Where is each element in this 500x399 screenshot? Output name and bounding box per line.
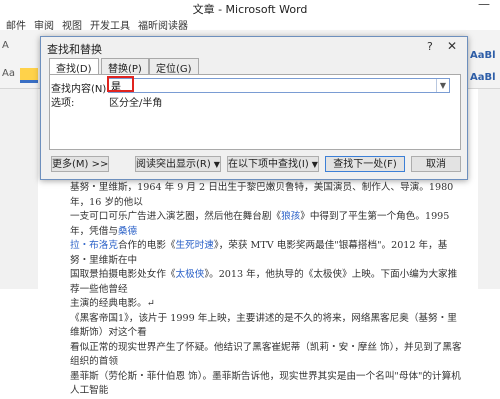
doc-line: 拉・布洛克合作的电影《生死时速》，荣获 MTV 电影奖两最佳"银幕搭档"。201… [70,240,448,266]
doc-line: 看似正常的现实世界产生了怀疑。他结识了黑客崔妮蒂（凯莉・安・摩丝 饰），并见到了… [70,341,462,368]
dialog-title: 查找和替换 [47,43,102,56]
reading-highlight-label: 阅读突出显示(R) [136,159,211,170]
find-what-label: 查找内容(N): [51,84,110,95]
find-replace-dialog: 查找和替换 ? ✕ 查找(D) 替换(P) 定位(G) 查找内容(N): ▼ 选… [40,36,468,180]
text-effects-icon[interactable]: Aa [2,68,15,79]
minimize-icon[interactable]: — [478,0,490,11]
dropdown-caret-icon: ▼ [213,160,220,169]
doc-line: 主演的经典电影。↵ [70,298,155,309]
word-titlebar: 文章 - Microsoft Word — [0,0,500,16]
help-icon[interactable]: ? [427,40,433,53]
close-icon[interactable]: ✕ [447,39,457,53]
doc-line: 基努・里维斯，1964 年 9 月 2 日出生于黎巴嫩贝鲁特，美国演员、制作人、… [70,182,454,208]
highlight-annotation [107,76,134,92]
tab-replace[interactable]: 替换(P) [101,58,149,75]
options-label: 选项: [51,98,75,109]
style-heading1[interactable]: AaBl [470,50,496,61]
doc-line: 墨菲斯（劳伦斯・菲什伯恩 饰）。墨菲斯告诉他，现实世界其实是由一个名叫"母体"的… [70,370,461,397]
doc-link[interactable]: 拉・布洛克 [70,240,118,251]
ribbon-tab-bar: 邮件 审阅 视图 开发工具 福昕阅读器 [0,15,500,32]
cancel-button[interactable]: 取消 [411,156,461,172]
doc-line: 国取景拍摄电影处女作《太极侠》。2013 年，他执导的《太极侠》上映。下面小编为… [70,269,458,295]
doc-link[interactable]: 狼孩 [281,211,300,222]
more-button[interactable]: 更多(M) >> [51,156,109,172]
style-heading2[interactable]: AaBl [470,72,496,83]
find-what-input[interactable] [111,79,431,92]
doc-line: 《黑客帝国1》，该片于 1999 年上映，主要讲述的是不久的将来，网络黑客尼奥（… [70,312,457,339]
doc-line: 一支可口可乐广告进入演艺圈，然后他在舞台剧《狼孩》中得到了平生第一个角色。199… [70,211,450,237]
reading-highlight-button[interactable]: 阅读突出显示(R) ▼ [135,156,221,172]
find-what-field[interactable]: ▼ [108,78,450,93]
doc-link[interactable]: 桑德 [118,226,137,237]
tab-find[interactable]: 查找(D) [49,58,99,75]
find-next-button[interactable]: 查找下一处(F) [325,156,405,172]
chevron-down-icon[interactable]: ▼ [436,79,449,92]
document-body[interactable]: 基努・里维斯，1964 年 9 月 2 日出生于黎巴嫩贝鲁特，美国演员、制作人、… [70,181,465,399]
text-highlight-icon[interactable] [20,68,38,83]
doc-link[interactable]: 生死时速 [176,240,214,251]
options-value: 区分全/半角 [109,98,163,109]
find-in-label: 在以下项中查找(I) [228,159,309,170]
tab-goto[interactable]: 定位(G) [149,58,199,75]
dropdown-caret-icon: ▼ [311,160,318,169]
find-in-button[interactable]: 在以下项中查找(I) ▼ [227,156,319,172]
font-color-icon[interactable]: A [2,40,9,51]
doc-link[interactable]: 太极侠 [176,269,205,280]
